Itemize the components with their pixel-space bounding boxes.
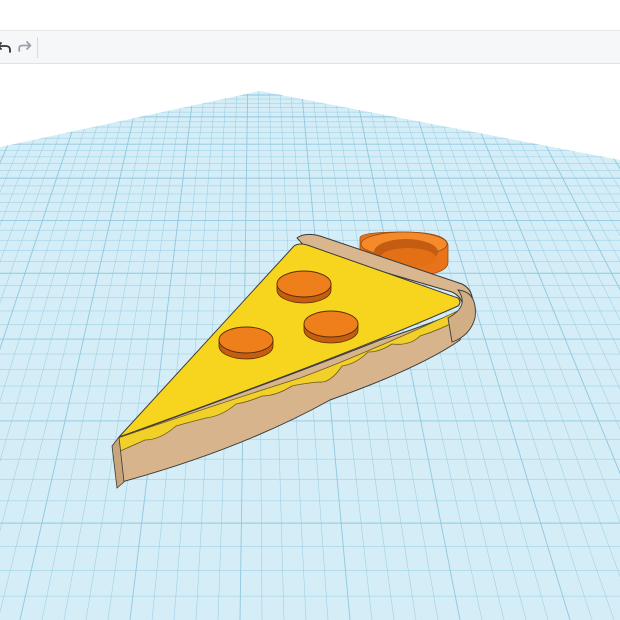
undo-icon xyxy=(0,39,12,55)
3d-viewport[interactable] xyxy=(0,64,620,620)
toolbar-separator xyxy=(37,37,38,58)
edit-toolbar xyxy=(0,31,620,64)
pepperoni-slice[interactable] xyxy=(277,271,331,303)
scene xyxy=(0,64,620,620)
pepperoni-slice[interactable] xyxy=(219,327,273,359)
undo-button[interactable] xyxy=(0,37,14,57)
top-strip xyxy=(0,0,620,31)
tinkercad-editor xyxy=(0,0,620,620)
redo-button[interactable] xyxy=(15,37,35,57)
redo-icon xyxy=(17,39,33,55)
pepperoni-slice[interactable] xyxy=(304,311,358,343)
